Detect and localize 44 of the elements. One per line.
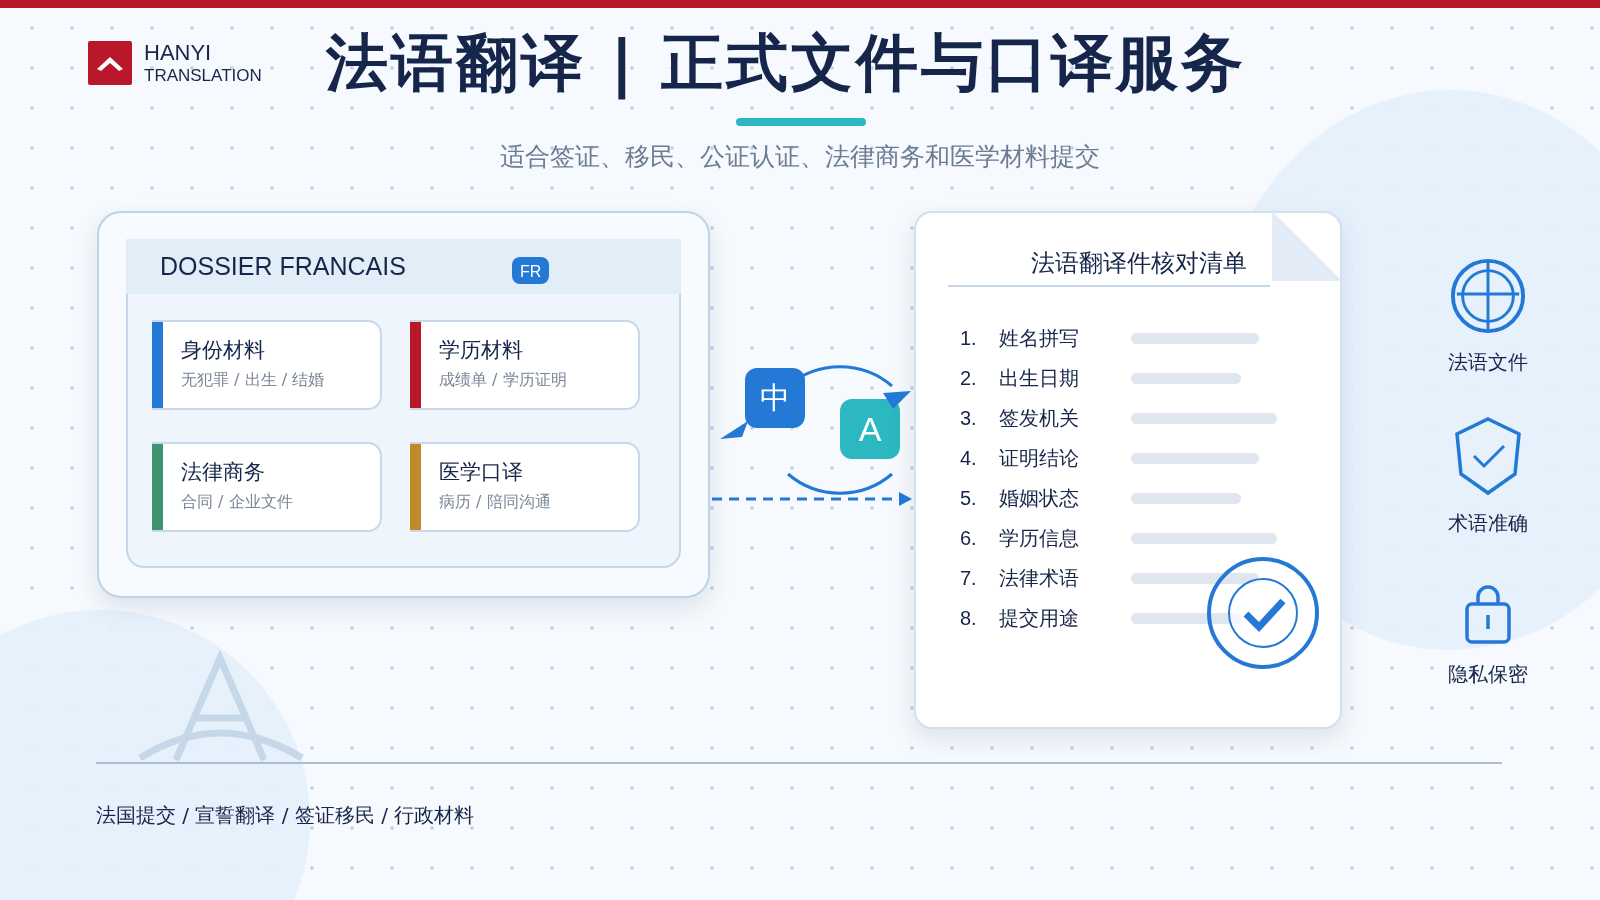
item-label: 学历信息 (999, 524, 1080, 552)
footer-tags: 法国提交 / 宣誓翻译 / 签证移民 / 行政材料 (96, 802, 475, 829)
checklist-title: 法语翻译件核对清单 (948, 243, 1270, 287)
feature-label: 法语文件 (1448, 349, 1528, 376)
item-number: 3. (960, 406, 978, 430)
subtitle: 适合签证、移民、公证认证、法律商务和医学材料提交 (499, 141, 1101, 173)
feature-label: 术语准确 (1448, 510, 1528, 537)
category-detail: 病历 / 陪同沟通 (439, 492, 551, 513)
feature-label: 隐私保密 (1448, 661, 1528, 688)
latin-badge: A (840, 399, 900, 459)
item-label: 出生日期 (999, 364, 1080, 392)
item-number: 8. (960, 606, 978, 630)
brand-name: HANYI (144, 40, 213, 66)
brand-tagline: TRANSLATION (144, 66, 262, 86)
category-detail: 成绩单 / 学历证明 (439, 370, 567, 391)
category-title: 身份材料 (181, 337, 266, 364)
item-label: 姓名拼写 (999, 324, 1080, 352)
category-detail: 合同 / 企业文件 (181, 492, 293, 513)
item-number: 7. (960, 566, 978, 590)
category-title: 学历材料 (439, 337, 524, 364)
item-label: 签发机关 (999, 404, 1080, 432)
item-number: 2. (960, 366, 978, 390)
check-circle-icon (1206, 556, 1320, 670)
category-title: 医学口译 (439, 459, 524, 486)
language-badge: FR (511, 257, 550, 284)
item-number: 1. (960, 326, 978, 350)
category-title: 法律商务 (181, 459, 266, 486)
item-label: 证明结论 (999, 444, 1080, 472)
globe-icon (1449, 257, 1527, 335)
chinese-badge: 中 (745, 368, 805, 428)
dossier-title: DOSSIER FRANCAIS (160, 252, 406, 281)
logo-icon (88, 41, 132, 85)
item-label: 婚姻状态 (999, 484, 1080, 512)
page-title: 法语翻译 | 正式文件与口译服务 (326, 25, 1246, 102)
item-number: 5. (960, 486, 978, 510)
bubble-tail-icon (720, 421, 750, 441)
folded-corner-icon (1272, 211, 1342, 281)
item-number: 6. (960, 526, 978, 550)
item-label: 提交用途 (999, 604, 1080, 632)
item-label: 法律术语 (999, 564, 1080, 592)
bubble-tail-icon (883, 391, 913, 411)
item-number: 4. (960, 446, 978, 470)
shield-check-icon (1453, 416, 1523, 496)
category-detail: 无犯罪 / 出生 / 结婚 (181, 370, 325, 391)
